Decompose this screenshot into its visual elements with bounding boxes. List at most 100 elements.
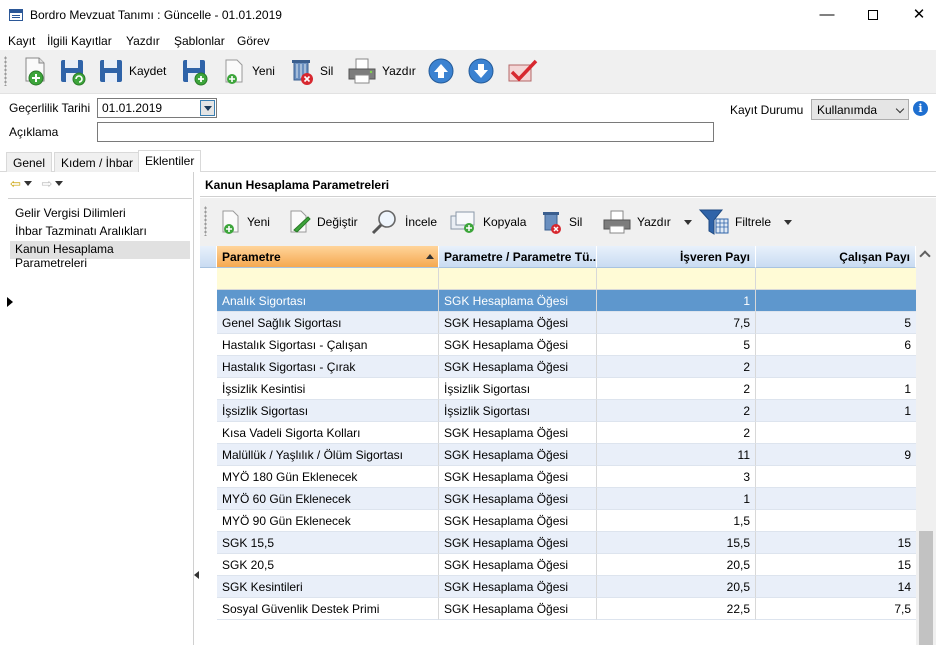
cell-calisan-payi[interactable]: 5 [756,312,916,334]
cell-isveren-payi[interactable]: 2 [597,400,756,422]
cell-isveren-payi[interactable]: 3 [597,466,756,488]
table-row[interactable]: İşsizlik Kesintisi İşsizlik Sigortası 2 1 [217,378,916,400]
cell-parametre[interactable]: MYÖ 60 Gün Eklenecek [217,488,439,510]
cell-parametre[interactable]: İşsizlik Sigortası [217,400,439,422]
cell-calisan-payi[interactable]: 6 [756,334,916,356]
grid-copy-button[interactable]: Kopyala [448,208,526,236]
minimize-button[interactable]: — [804,0,850,32]
panel-collapse-icon[interactable] [194,571,199,579]
column-header-parametre[interactable]: Parametre [217,246,439,268]
column-header-calisan-payi[interactable]: Çalışan Payı [756,246,916,268]
cell-isveren-payi[interactable]: 1 [597,290,756,312]
cell-isveren-payi[interactable]: 20,5 [597,554,756,576]
cell-parametre-turu[interactable]: İşsizlik Sigortası [439,400,597,422]
description-input[interactable] [97,122,714,142]
cell-parametre-turu[interactable]: SGK Hesaplama Öğesi [439,554,597,576]
filter-cell-parametre-turu[interactable] [439,268,597,290]
table-row[interactable]: Analık Sigortası SGK Hesaplama Öğesi 1 [217,290,916,312]
cell-parametre-turu[interactable]: SGK Hesaplama Öğesi [439,356,597,378]
grid-vertical-scrollbar[interactable] [916,246,936,645]
cell-parametre-turu[interactable]: SGK Hesaplama Öğesi [439,510,597,532]
grid-print-button[interactable]: Yazdır [602,208,692,236]
cell-calisan-payi[interactable] [756,466,916,488]
filter-cell-parametre[interactable] [217,268,439,290]
cell-parametre[interactable]: Genel Sağlık Sigortası [217,312,439,334]
menu-sablonlar[interactable]: Şablonlar [174,34,225,48]
forward-arrow-icon[interactable]: ⇨ [42,176,53,191]
scroll-up-icon[interactable] [919,250,931,262]
tab-kidem-ihbar[interactable]: Kıdem / İhbar [54,152,141,172]
filter-cell-isveren-payi[interactable] [597,268,756,290]
table-row[interactable]: İşsizlik Sigortası İşsizlik Sigortası 2 1 [217,400,916,422]
filter-dropdown-icon[interactable] [784,219,793,225]
table-row[interactable]: Genel Sağlık Sigortası SGK Hesaplama Öğes… [217,312,916,334]
record-status-select[interactable]: Kullanımda [811,99,909,120]
cell-calisan-payi[interactable]: 15 [756,554,916,576]
save-button[interactable]: Kaydet [97,54,166,88]
cell-parametre[interactable]: Analık Sigortası [217,290,439,312]
scrollbar-thumb[interactable] [919,531,933,645]
cell-parametre-turu[interactable]: SGK Hesaplama Öğesi [439,576,597,598]
grid-filter-button[interactable]: Filtrele [698,208,793,236]
cell-isveren-payi[interactable]: 5 [597,334,756,356]
cell-calisan-payi[interactable]: 1 [756,400,916,422]
new-button[interactable]: Yeni [222,54,275,88]
table-row[interactable]: MYÖ 180 Gün Eklenecek SGK Hesaplama Öğesi… [217,466,916,488]
back-arrow-icon[interactable]: ⇦ [10,176,21,191]
cell-isveren-payi[interactable]: 2 [597,356,756,378]
cell-parametre[interactable]: Hastalık Sigortası - Çırak [217,356,439,378]
column-header-isveren-payi[interactable]: İşveren Payı [597,246,756,268]
cell-parametre-turu[interactable]: SGK Hesaplama Öğesi [439,290,597,312]
cell-parametre-turu[interactable]: SGK Hesaplama Öğesi [439,312,597,334]
save-new-button[interactable] [180,54,210,88]
table-row[interactable]: MYÖ 60 Gün Eklenecek SGK Hesaplama Öğesi 1 [217,488,916,510]
grid-inspect-button[interactable]: İncele [370,208,437,236]
cell-calisan-payi[interactable]: 14 [756,576,916,598]
cell-parametre[interactable]: MYÖ 90 Gün Eklenecek [217,510,439,532]
sidebar-item-ihbar-tazminati[interactable]: İhbar Tazminatı Aralıkları [10,223,190,241]
menu-gorev[interactable]: Görev [237,34,270,48]
column-header-parametre-turu[interactable]: Parametre / Parametre Tü... [439,246,597,268]
menu-ilgili-kayitlar[interactable]: İlgili Kayıtlar [47,34,112,48]
cell-parametre[interactable]: Sosyal Güvenlik Destek Primi [217,598,439,620]
table-row[interactable]: SGK Kesintileri SGK Hesaplama Öğesi 20,5 14 [217,576,916,598]
cell-parametre[interactable]: Hastalık Sigortası - Çalışan [217,334,439,356]
cell-isveren-payi[interactable]: 15,5 [597,532,756,554]
table-row[interactable]: Sosyal Güvenlik Destek Primi SGK Hesaplam… [217,598,916,620]
parameters-grid[interactable]: Parametre Parametre / Parametre Tü... İş… [200,246,916,645]
cell-parametre-turu[interactable]: SGK Hesaplama Öğesi [439,488,597,510]
cell-parametre[interactable]: MYÖ 180 Gün Eklenecek [217,466,439,488]
cell-parametre[interactable]: Kısa Vadeli Sigorta Kolları [217,422,439,444]
delete-button[interactable]: Sil [288,54,333,88]
cell-parametre-turu[interactable]: SGK Hesaplama Öğesi [439,444,597,466]
print-button[interactable]: Yazdır [346,54,416,88]
cell-calisan-payi[interactable]: 7,5 [756,598,916,620]
cell-isveren-payi[interactable]: 22,5 [597,598,756,620]
sidebar-item-gelir-vergisi[interactable]: Gelir Vergisi Dilimleri [10,205,190,223]
cell-isveren-payi[interactable]: 11 [597,444,756,466]
cell-parametre[interactable]: Malüllük / Yaşlılık / Ölüm Sigortası [217,444,439,466]
info-icon[interactable]: i [913,101,928,116]
filter-cell-calisan-payi[interactable] [756,268,916,290]
table-row[interactable]: Hastalık Sigortası - Çırak SGK Hesaplama … [217,356,916,378]
approve-button[interactable] [505,54,539,88]
grid-edit-button[interactable]: Değiştir [288,208,358,236]
cell-calisan-payi[interactable]: 1 [756,378,916,400]
cell-parametre-turu[interactable]: SGK Hesaplama Öğesi [439,466,597,488]
table-row[interactable]: SGK 15,5 SGK Hesaplama Öğesi 15,5 15 [217,532,916,554]
validity-date-picker[interactable]: 01.01.2019 [97,98,217,118]
table-row[interactable]: Kısa Vadeli Sigorta Kolları SGK Hesaplama… [217,422,916,444]
cell-parametre-turu[interactable]: İşsizlik Sigortası [439,378,597,400]
cell-calisan-payi[interactable] [756,422,916,444]
cell-parametre[interactable]: SGK 15,5 [217,532,439,554]
cell-calisan-payi[interactable]: 9 [756,444,916,466]
cell-parametre-turu[interactable]: SGK Hesaplama Öğesi [439,598,597,620]
cell-isveren-payi[interactable]: 2 [597,378,756,400]
table-row[interactable]: MYÖ 90 Gün Eklenecek SGK Hesaplama Öğesi 1… [217,510,916,532]
grid-filter-row[interactable] [217,268,916,290]
save-refresh-button[interactable] [58,54,88,88]
maximize-button[interactable] [850,0,896,32]
table-row[interactable]: Malüllük / Yaşlılık / Ölüm Sigortası SGK … [217,444,916,466]
new-record-button[interactable] [20,54,50,88]
move-up-button[interactable] [427,54,455,88]
